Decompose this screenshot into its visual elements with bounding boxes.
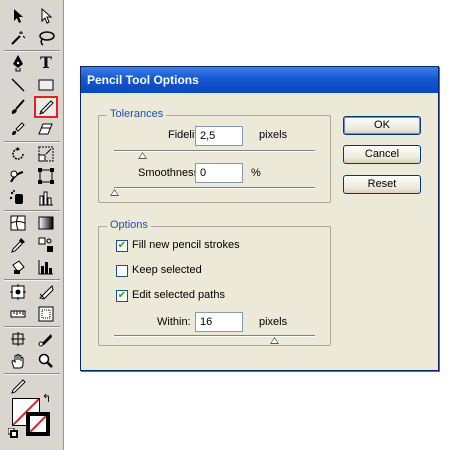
smoothness-value: 0 [200,167,207,179]
knife-icon[interactable] [34,328,58,350]
bar-graph-icon[interactable] [34,256,58,278]
tolerances-title: Tolerances [107,108,167,120]
within-slider-track[interactable] [114,335,315,337]
crop-area-icon[interactable] [6,281,30,303]
magic-wand-icon[interactable] [6,27,30,49]
keep-selected-checkbox[interactable] [116,265,128,277]
rectangle-icon[interactable] [34,74,58,96]
zoom-icon[interactable] [34,350,58,372]
keep-selected-label[interactable]: Keep selected [132,264,202,276]
lasso-icon[interactable] [34,27,58,49]
pen-icon[interactable] [6,52,30,74]
fill-check-mark: ✔ [117,240,127,251]
scissors-icon[interactable] [6,328,30,350]
paintbrush-icon[interactable] [6,96,30,118]
warp-icon[interactable] [6,165,30,187]
slice-icon[interactable] [34,281,58,303]
default-colors-icon[interactable] [7,427,18,438]
fidelity-slider-track[interactable] [114,150,315,152]
edit-selected-paths-label[interactable]: Edit selected paths [132,289,225,301]
live-paint-bucket-icon[interactable] [6,256,30,278]
fill-new-strokes-checkbox[interactable]: ✔ [116,240,128,252]
artboard-icon[interactable] [34,303,58,325]
dialog-title-bar[interactable]: Pencil Tool Options [81,67,438,93]
fidelity-unit: pixels [259,129,288,141]
edit-selected-paths-checkbox[interactable]: ✔ [116,290,128,302]
tolerances-group: Tolerances Fidelity: 2,5 pixels Smoothne… [98,108,331,203]
fill-new-strokes-label[interactable]: Fill new pencil strokes [132,239,240,251]
stroke-swatch[interactable] [26,412,50,436]
cancel-button[interactable]: Cancel [343,145,421,164]
fidelity-value: 2,5 [200,130,216,142]
smoothness-slider-thumb[interactable] [110,189,119,196]
options-group: Options ✔ Fill new pencil strokes Keep s… [98,219,331,346]
line-segment-icon[interactable] [6,74,30,96]
selection-icon[interactable] [6,5,30,27]
fidelity-field[interactable]: 2,5 [195,126,243,146]
within-field[interactable]: 16 [195,312,243,332]
fill-stroke-swatches: ↰ [7,392,60,446]
column-graph-icon[interactable] [34,187,58,209]
pencil-icon [39,100,54,115]
within-slider-thumb[interactable] [270,337,279,344]
tools-panel: T ↰ [0,0,64,450]
smoothness-unit: % [251,167,261,179]
rotate-icon[interactable] [6,143,30,165]
reset-button[interactable]: Reset [343,175,421,194]
type-icon[interactable]: T [34,52,58,74]
blend-icon[interactable] [34,234,58,256]
free-transform-icon[interactable] [34,165,58,187]
options-title: Options [107,219,151,231]
smoothness-slider-track[interactable] [114,187,315,189]
blob-brush-icon[interactable] [6,118,30,140]
pencil-tool[interactable] [34,96,58,118]
eyedropper-icon[interactable] [6,234,30,256]
mesh-icon[interactable] [6,212,30,234]
direct-selection-icon[interactable] [34,5,58,27]
smoothness-label: Smoothness: [138,167,203,179]
gradient-icon[interactable] [34,212,58,234]
hand-icon[interactable] [6,350,30,372]
scale-icon[interactable] [34,143,58,165]
measure-icon[interactable] [6,303,30,325]
eraser-icon[interactable] [34,118,58,140]
within-unit: pixels [259,316,288,328]
ok-button[interactable]: OK [343,116,421,135]
swap-colors-icon[interactable]: ↰ [42,392,51,405]
within-label: Within: [157,316,191,328]
edit-check-mark: ✔ [117,290,127,301]
dialog-title: Pencil Tool Options [87,73,199,87]
within-value: 16 [200,316,213,328]
pencil-tool-options-dialog: Pencil Tool Options Tolerances Fidelity:… [80,66,439,371]
fidelity-slider-thumb[interactable] [138,152,147,159]
smoothness-field[interactable]: 0 [195,163,243,183]
symbol-sprayer-icon[interactable] [6,187,30,209]
